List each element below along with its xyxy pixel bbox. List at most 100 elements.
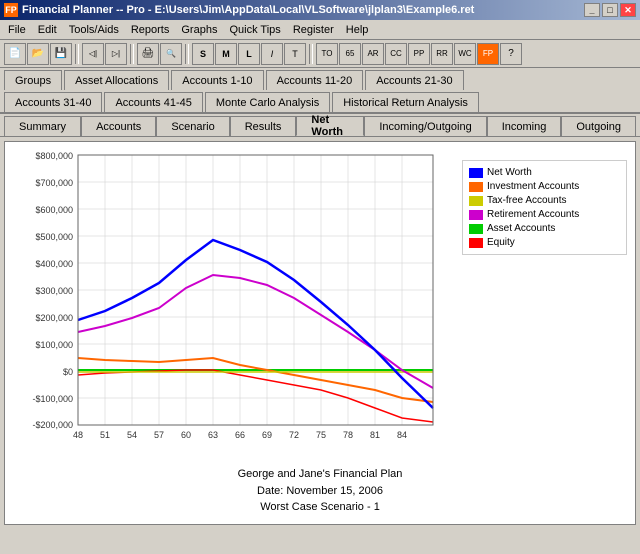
toolbar-c1[interactable]: TO bbox=[316, 43, 338, 65]
toolbar-help[interactable]: ? bbox=[500, 43, 522, 65]
svg-text:$300,000: $300,000 bbox=[35, 286, 73, 296]
subtab-net-worth[interactable]: Net Worth bbox=[296, 116, 364, 136]
svg-text:81: 81 bbox=[370, 430, 380, 440]
toolbar-new[interactable]: 📄 bbox=[4, 43, 26, 65]
menu-tools[interactable]: Tools/Aids bbox=[63, 22, 125, 38]
tab-asset-allocations[interactable]: Asset Allocations bbox=[64, 70, 169, 90]
chart-footer-line1: George and Jane's Financial Plan bbox=[13, 466, 627, 483]
subtab-summary[interactable]: Summary bbox=[4, 116, 81, 136]
menu-register[interactable]: Register bbox=[287, 22, 340, 38]
menu-file[interactable]: File bbox=[2, 22, 32, 38]
menu-edit[interactable]: Edit bbox=[32, 22, 63, 38]
toolbar-t5[interactable]: T bbox=[284, 43, 306, 65]
legend-asset: Asset Accounts bbox=[469, 223, 620, 234]
tab-accounts-31-40[interactable]: Accounts 31-40 bbox=[4, 92, 102, 112]
tab-historical-return[interactable]: Historical Return Analysis bbox=[332, 92, 479, 112]
subtab-incoming[interactable]: Incoming bbox=[487, 116, 562, 136]
svg-text:-$100,000: -$100,000 bbox=[32, 394, 73, 404]
sub-tabs: Summary Accounts Scenario Results Net Wo… bbox=[0, 114, 640, 137]
window-controls[interactable]: _ □ ✕ bbox=[584, 3, 636, 17]
svg-text:57: 57 bbox=[154, 430, 164, 440]
minimize-button[interactable]: _ bbox=[584, 3, 600, 17]
toolbar-t4[interactable]: I bbox=[261, 43, 283, 65]
toolbar: 📄 📂 💾 ◁| ▷| 🖨 🔍 S M L I T TO 65 AR CC PP… bbox=[0, 40, 640, 68]
chart-legend: Net Worth Investment Accounts Tax-free A… bbox=[462, 160, 627, 255]
menu-quicktips[interactable]: Quick Tips bbox=[223, 22, 286, 38]
svg-text:$400,000: $400,000 bbox=[35, 259, 73, 269]
toolbar-save[interactable]: 💾 bbox=[50, 43, 72, 65]
close-button[interactable]: ✕ bbox=[620, 3, 636, 17]
legend-label-equity: Equity bbox=[487, 237, 515, 248]
toolbar-print[interactable]: 🖨 bbox=[137, 43, 159, 65]
svg-text:$100,000: $100,000 bbox=[35, 340, 73, 350]
toolbar-c7[interactable]: WC bbox=[454, 43, 476, 65]
legend-color-investment bbox=[469, 182, 483, 192]
svg-text:75: 75 bbox=[316, 430, 326, 440]
legend-label-investment: Investment Accounts bbox=[487, 181, 579, 192]
nav-tabs-row1: Groups Asset Allocations Accounts 1-10 A… bbox=[0, 68, 640, 90]
tab-accounts-1-10[interactable]: Accounts 1-10 bbox=[171, 70, 263, 90]
legend-retirement: Retirement Accounts bbox=[469, 209, 620, 220]
legend-net-worth: Net Worth bbox=[469, 167, 620, 178]
svg-text:$800,000: $800,000 bbox=[35, 151, 73, 161]
chart-footer-line2: Date: November 15, 2006 bbox=[13, 483, 627, 500]
subtab-results[interactable]: Results bbox=[230, 116, 297, 136]
menu-graphs[interactable]: Graphs bbox=[175, 22, 223, 38]
chart-area: $800,000 $700,000 $600,000 $500,000 $400… bbox=[13, 150, 627, 460]
legend-investment: Investment Accounts bbox=[469, 181, 620, 192]
legend-label-asset: Asset Accounts bbox=[487, 223, 555, 234]
toolbar-c6[interactable]: RR bbox=[431, 43, 453, 65]
tab-accounts-41-45[interactable]: Accounts 41-45 bbox=[104, 92, 202, 112]
tab-accounts-11-20[interactable]: Accounts 11-20 bbox=[266, 70, 364, 90]
legend-color-net-worth bbox=[469, 168, 483, 178]
toolbar-t3[interactable]: L bbox=[238, 43, 260, 65]
main-content: $800,000 $700,000 $600,000 $500,000 $400… bbox=[4, 141, 636, 525]
toolbar-c5[interactable]: PP bbox=[408, 43, 430, 65]
toolbar-c4[interactable]: CC bbox=[385, 43, 407, 65]
toolbar-sep1 bbox=[75, 44, 79, 64]
legend-color-retirement bbox=[469, 210, 483, 220]
toolbar-t1[interactable]: S bbox=[192, 43, 214, 65]
svg-text:54: 54 bbox=[127, 430, 137, 440]
toolbar-c2[interactable]: 65 bbox=[339, 43, 361, 65]
svg-text:78: 78 bbox=[343, 430, 353, 440]
title-bar: FP Financial Planner -- Pro - E:\Users\J… bbox=[0, 0, 640, 20]
svg-text:69: 69 bbox=[262, 430, 272, 440]
subtab-incoming-outgoing[interactable]: Incoming/Outgoing bbox=[364, 116, 486, 136]
toolbar-c3[interactable]: AR bbox=[362, 43, 384, 65]
legend-label-retirement: Retirement Accounts bbox=[487, 209, 579, 220]
window-title: Financial Planner -- Pro - E:\Users\Jim\… bbox=[22, 4, 474, 16]
toolbar-b2[interactable]: ▷| bbox=[105, 43, 127, 65]
chart-wrapper: $800,000 $700,000 $600,000 $500,000 $400… bbox=[13, 150, 454, 460]
subtab-scenario[interactable]: Scenario bbox=[156, 116, 229, 136]
toolbar-sep3 bbox=[185, 44, 189, 64]
legend-color-equity bbox=[469, 238, 483, 248]
legend-color-asset bbox=[469, 224, 483, 234]
toolbar-t2[interactable]: M bbox=[215, 43, 237, 65]
tab-accounts-21-30[interactable]: Accounts 21-30 bbox=[365, 70, 463, 90]
menu-reports[interactable]: Reports bbox=[125, 22, 176, 38]
toolbar-sep2 bbox=[130, 44, 134, 64]
tab-monte-carlo[interactable]: Monte Carlo Analysis bbox=[205, 92, 330, 112]
toolbar-preview[interactable]: 🔍 bbox=[160, 43, 182, 65]
svg-text:$500,000: $500,000 bbox=[35, 232, 73, 242]
menu-help[interactable]: Help bbox=[340, 22, 375, 38]
chart-footer: George and Jane's Financial Plan Date: N… bbox=[13, 466, 627, 516]
maximize-button[interactable]: □ bbox=[602, 3, 618, 17]
legend-label-net-worth: Net Worth bbox=[487, 167, 532, 178]
toolbar-b1[interactable]: ◁| bbox=[82, 43, 104, 65]
chart-footer-line3: Worst Case Scenario - 1 bbox=[13, 499, 627, 516]
subtab-accounts[interactable]: Accounts bbox=[81, 116, 156, 136]
subtab-outgoing[interactable]: Outgoing bbox=[561, 116, 636, 136]
menu-bar: File Edit Tools/Aids Reports Graphs Quic… bbox=[0, 20, 640, 40]
legend-taxfree: Tax-free Accounts bbox=[469, 195, 620, 206]
svg-text:-$200,000: -$200,000 bbox=[32, 420, 73, 430]
svg-text:$700,000: $700,000 bbox=[35, 178, 73, 188]
toolbar-open[interactable]: 📂 bbox=[27, 43, 49, 65]
toolbar-sep4 bbox=[309, 44, 313, 64]
svg-text:51: 51 bbox=[100, 430, 110, 440]
svg-text:$200,000: $200,000 bbox=[35, 313, 73, 323]
svg-text:72: 72 bbox=[289, 430, 299, 440]
tab-groups[interactable]: Groups bbox=[4, 70, 62, 90]
toolbar-c8[interactable]: FP bbox=[477, 43, 499, 65]
